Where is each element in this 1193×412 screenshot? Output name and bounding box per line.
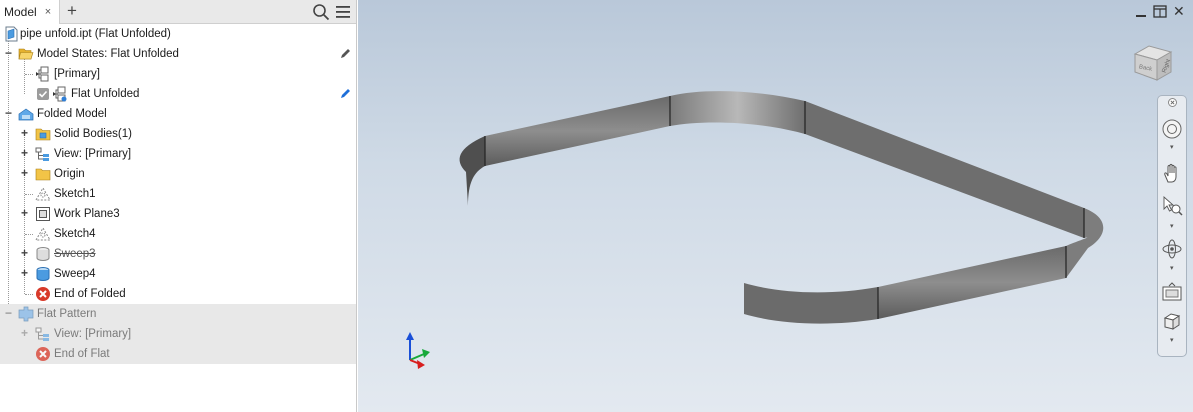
orbit-icon[interactable] (1161, 238, 1183, 260)
tree-item-flat-view-primary[interactable]: + View: [Primary] (0, 324, 356, 344)
look-at-icon[interactable] (1161, 281, 1183, 303)
folded-model-icon (18, 108, 34, 121)
collapse-icon[interactable]: − (3, 47, 14, 59)
tree-item-label: Sweep4 (54, 268, 96, 280)
viewcube-icon[interactable]: Back Right (1131, 40, 1175, 84)
work-plane-icon (36, 207, 50, 221)
pan-hand-icon[interactable] (1161, 162, 1183, 184)
expand-icon[interactable]: + (19, 327, 30, 339)
sketch-icon (35, 227, 51, 241)
tree-item-label: pipe unfold.ipt (Flat Unfolded) (20, 28, 171, 40)
zoom-dropdown-icon[interactable]: ▾ (1170, 222, 1174, 230)
view-cube-mini-icon[interactable] (1161, 310, 1183, 332)
axis-triad-icon (406, 332, 430, 369)
tree-item-label: Sweep3 (54, 248, 96, 260)
close-view-icon[interactable]: ✕ (1173, 4, 1187, 18)
tile-view-icon[interactable] (1153, 5, 1167, 18)
tree-item-label: End of Folded (54, 288, 126, 300)
unfolded-pipe-model[interactable] (358, 0, 1193, 412)
tree-item-flat-pattern[interactable]: − Flat Pattern (0, 304, 356, 324)
search-icon[interactable] (312, 3, 330, 21)
close-navbar-icon[interactable] (1168, 98, 1177, 107)
tab-model-label: Model (4, 5, 37, 19)
active-check-icon (37, 88, 49, 100)
browser-tree: pipe unfold.ipt (Flat Unfolded) − Model … (0, 24, 356, 364)
minimize-view-icon[interactable] (1135, 6, 1147, 18)
tree-item-label: Folded Model (37, 108, 107, 120)
end-of-part-icon (36, 347, 50, 361)
model-browser: Model × + pipe unfold.ipt (Flat Unfolded… (0, 0, 357, 412)
graphics-viewport[interactable]: ✕ Back Right ▾ ▾ ▾ ▾ (358, 0, 1193, 412)
tree-item-sweep4[interactable]: + Sweep4 (0, 264, 356, 284)
tree-item-label: Origin (54, 168, 85, 180)
collapse-icon[interactable]: − (3, 107, 14, 119)
tree-item-label: Model States: Flat Unfolded (37, 48, 179, 60)
navigation-bar: ▾ ▾ ▾ ▾ (1157, 95, 1187, 357)
flat-pattern-icon (18, 306, 34, 322)
tree-item-end-of-flat[interactable]: End of Flat (0, 344, 356, 364)
tree-item-model-states[interactable]: − Model States: Flat Unfolded (0, 44, 356, 64)
tree-item-label: View: [Primary] (54, 328, 132, 340)
tree-item-flat-unfolded-state[interactable]: Flat Unfolded (0, 84, 356, 104)
tree-item-label: Flat Unfolded (71, 88, 140, 100)
edit-pencil-icon[interactable] (339, 47, 352, 60)
tree-item-work-plane3[interactable]: + Work Plane3 (0, 204, 356, 224)
tree-item-label: Sketch4 (54, 228, 96, 240)
tree-item-label: Work Plane3 (54, 208, 120, 220)
expand-icon[interactable]: + (19, 247, 30, 259)
expand-icon[interactable]: + (19, 267, 30, 279)
sketch-icon (35, 187, 51, 201)
tree-item-origin[interactable]: + Origin (0, 164, 356, 184)
tree-item-primary-state[interactable]: [Primary] (0, 64, 356, 84)
tab-model[interactable]: Model × (0, 0, 60, 24)
tree-item-label: View: [Primary] (54, 148, 132, 160)
model-state-icon (36, 66, 49, 82)
tree-item-end-of-folded[interactable]: End of Folded (0, 284, 356, 304)
tree-item-root[interactable]: pipe unfold.ipt (Flat Unfolded) (0, 24, 356, 44)
add-tab-button[interactable]: + (64, 2, 80, 20)
expand-icon[interactable]: + (19, 207, 30, 219)
tree-item-label: Solid Bodies(1) (54, 128, 132, 140)
tree-item-folded-model[interactable]: − Folded Model (0, 104, 356, 124)
hamburger-menu-icon[interactable] (335, 4, 351, 20)
orbit-dropdown-icon[interactable]: ▾ (1170, 264, 1174, 272)
edit-pencil-icon[interactable] (339, 87, 352, 100)
folder-icon (35, 168, 51, 181)
zoom-window-icon[interactable] (1161, 195, 1183, 217)
expand-icon[interactable]: + (19, 147, 30, 159)
sweep-icon (36, 267, 50, 281)
browser-tabbar: Model × + (0, 0, 356, 24)
steering-wheel-icon[interactable] (1161, 118, 1183, 140)
navbar-options-dropdown-icon[interactable]: ▾ (1170, 336, 1174, 344)
tab-close-icon[interactable]: × (45, 6, 51, 18)
collapse-icon[interactable]: − (3, 307, 14, 319)
view-rep-icon (35, 327, 49, 341)
tree-item-view-primary[interactable]: + View: [Primary] (0, 144, 356, 164)
end-of-part-icon (36, 287, 50, 301)
model-state-icon (53, 86, 67, 102)
expand-icon[interactable]: + (19, 167, 30, 179)
sweep-icon (36, 247, 50, 261)
tree-item-label: [Primary] (54, 68, 100, 80)
expand-icon[interactable]: + (19, 127, 30, 139)
tree-item-sweep3[interactable]: + Sweep3 (0, 244, 356, 264)
tree-item-label: Flat Pattern (37, 308, 97, 320)
tree-item-label: Sketch1 (54, 188, 96, 200)
tree-item-sketch1[interactable]: Sketch1 (0, 184, 356, 204)
tree-item-solid-bodies[interactable]: + Solid Bodies(1) (0, 124, 356, 144)
solid-bodies-folder-icon (35, 128, 51, 141)
view-rep-icon (35, 147, 49, 161)
part-file-icon (5, 26, 18, 42)
tree-item-sketch4[interactable]: Sketch4 (0, 224, 356, 244)
open-folder-icon (18, 48, 34, 60)
steering-dropdown-icon[interactable]: ▾ (1170, 143, 1174, 151)
tree-item-label: End of Flat (54, 348, 110, 360)
